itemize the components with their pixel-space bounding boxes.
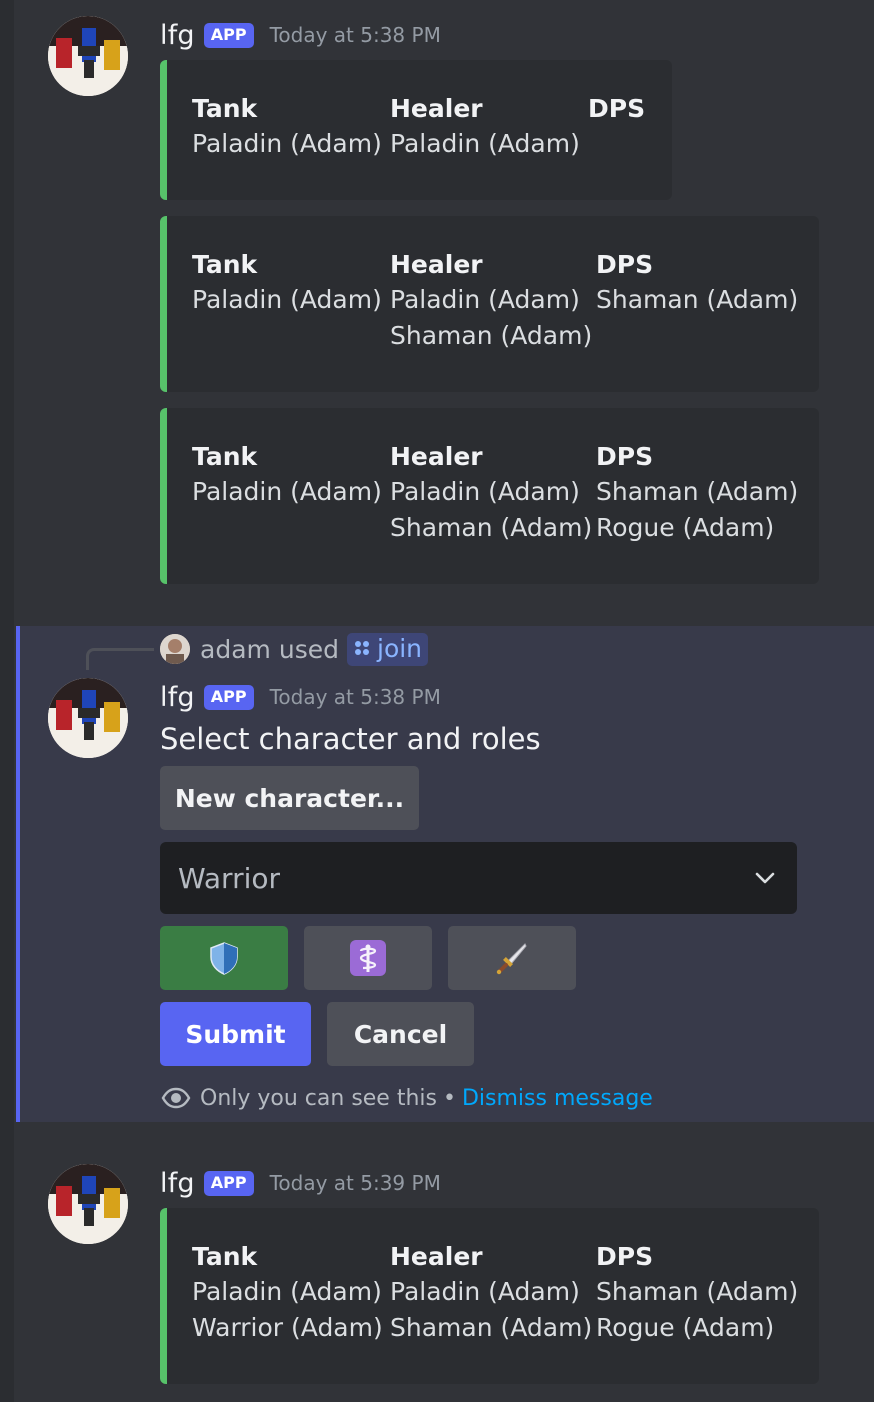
healer-role-button[interactable] — [304, 926, 432, 990]
command-reference: adam used join — [160, 630, 429, 668]
dps-field: DPS Shaman (Adam) — [596, 248, 798, 318]
app-badge: APP — [203, 1170, 254, 1196]
chevron-down-icon — [755, 872, 775, 884]
field-name: Tank — [192, 1242, 258, 1271]
tank-field: Tank Paladin (Adam) Warrior (Adam) — [192, 1240, 383, 1346]
footer-separator: • — [442, 1085, 456, 1111]
message-header: lfg APP Today at 5:39 PM — [160, 1166, 441, 1200]
field-value: Rogue (Adam) — [596, 1313, 775, 1342]
roster-embed: Tank Paladin (Adam) Warrior (Adam) Heale… — [160, 1208, 819, 1384]
username[interactable]: lfg — [160, 682, 195, 713]
healer-field: Healer Paladin (Adam) — [390, 92, 580, 162]
dagger-icon — [496, 943, 527, 975]
reply-connector — [86, 648, 154, 670]
character-select[interactable]: Warrior — [160, 842, 797, 914]
timestamp[interactable]: Today at 5:39 PM — [270, 1171, 441, 1195]
field-value: Paladin (Adam) — [192, 129, 382, 158]
dps-field: DPS Shaman (Adam) Rogue (Adam) — [596, 1240, 798, 1346]
field-name: DPS — [596, 1242, 654, 1271]
healer-field: Healer Paladin (Adam) Shaman (Adam) — [390, 248, 592, 354]
message-header: lfg APP Today at 5:38 PM — [160, 18, 441, 52]
dps-field: DPS — [588, 92, 645, 126]
message-header: lfg APP Today at 5:38 PM — [160, 680, 441, 714]
field-name: DPS — [588, 94, 646, 123]
field-value: Shaman (Adam) — [390, 321, 593, 350]
field-name: Healer — [390, 442, 483, 471]
field-name: Healer — [390, 1242, 483, 1271]
field-name: Tank — [192, 442, 258, 471]
bot-avatar[interactable] — [48, 16, 128, 96]
roster-embed: Tank Paladin (Adam) Healer Paladin (Adam… — [160, 60, 672, 200]
field-name: Tank — [192, 94, 258, 123]
field-name: Healer — [390, 94, 483, 123]
bot-avatar[interactable] — [48, 678, 128, 758]
username[interactable]: lfg — [160, 20, 195, 51]
field-name: DPS — [596, 442, 654, 471]
ephemeral-footer: Only you can see this • Dismiss message — [160, 1082, 653, 1114]
username[interactable]: lfg — [160, 1168, 195, 1199]
bot-avatar[interactable] — [48, 1164, 128, 1244]
dps-field: DPS Shaman (Adam) Rogue (Adam) — [596, 440, 798, 546]
field-name: DPS — [596, 250, 654, 279]
field-name: Tank — [192, 250, 258, 279]
tank-role-button[interactable] — [160, 926, 288, 990]
select-value: Warrior — [178, 861, 281, 895]
eye-icon — [161, 1087, 191, 1109]
new-character-button[interactable]: New character... — [160, 766, 419, 830]
field-value: Shaman (Adam) — [390, 513, 593, 542]
field-value: Paladin (Adam) — [390, 1277, 580, 1306]
dismiss-message-link[interactable]: Dismiss message — [462, 1086, 653, 1111]
message-content: Select character and roles — [160, 722, 541, 756]
dps-role-button[interactable] — [448, 926, 576, 990]
used-label: used — [278, 634, 339, 664]
field-value: Paladin (Adam) — [192, 477, 382, 506]
command-user[interactable]: adam — [200, 635, 271, 664]
roster-embed: Tank Paladin (Adam) Healer Paladin (Adam… — [160, 216, 819, 392]
app-command-icon — [355, 641, 369, 655]
field-value: Shaman (Adam) — [596, 477, 799, 506]
app-badge: APP — [203, 22, 254, 48]
healer-field: Healer Paladin (Adam) Shaman (Adam) — [390, 1240, 592, 1346]
field-value: Shaman (Adam) — [596, 285, 799, 314]
cancel-button[interactable]: Cancel — [327, 1002, 474, 1066]
command-name: join — [377, 633, 423, 663]
command-pill[interactable]: join — [347, 632, 429, 666]
field-value: Paladin (Adam) — [390, 477, 580, 506]
field-value: Paladin (Adam) — [192, 1277, 382, 1306]
timestamp[interactable]: Today at 5:38 PM — [270, 685, 441, 709]
field-value: Shaman (Adam) — [390, 1313, 593, 1342]
submit-button[interactable]: Submit — [160, 1002, 311, 1066]
medical-staff-icon — [350, 940, 386, 976]
healer-field: Healer Paladin (Adam) Shaman (Adam) — [390, 440, 592, 546]
channel-left-rail — [0, 0, 14, 1402]
shield-icon — [210, 942, 238, 975]
field-value: Paladin (Adam) — [390, 129, 580, 158]
tank-field: Tank Paladin (Adam) — [192, 92, 382, 162]
tank-field: Tank Paladin (Adam) — [192, 248, 382, 318]
field-value: Paladin (Adam) — [390, 285, 580, 314]
timestamp[interactable]: Today at 5:38 PM — [270, 23, 441, 47]
app-badge: APP — [203, 684, 254, 710]
only-you-text: Only you can see this — [200, 1085, 437, 1111]
field-name: Healer — [390, 250, 483, 279]
user-mini-avatar[interactable] — [160, 634, 190, 664]
roster-embed: Tank Paladin (Adam) Healer Paladin (Adam… — [160, 408, 819, 584]
field-value: Shaman (Adam) — [596, 1277, 799, 1306]
field-value: Warrior (Adam) — [192, 1313, 383, 1342]
tank-field: Tank Paladin (Adam) — [192, 440, 382, 510]
field-value: Paladin (Adam) — [192, 285, 382, 314]
field-value: Rogue (Adam) — [596, 513, 775, 542]
